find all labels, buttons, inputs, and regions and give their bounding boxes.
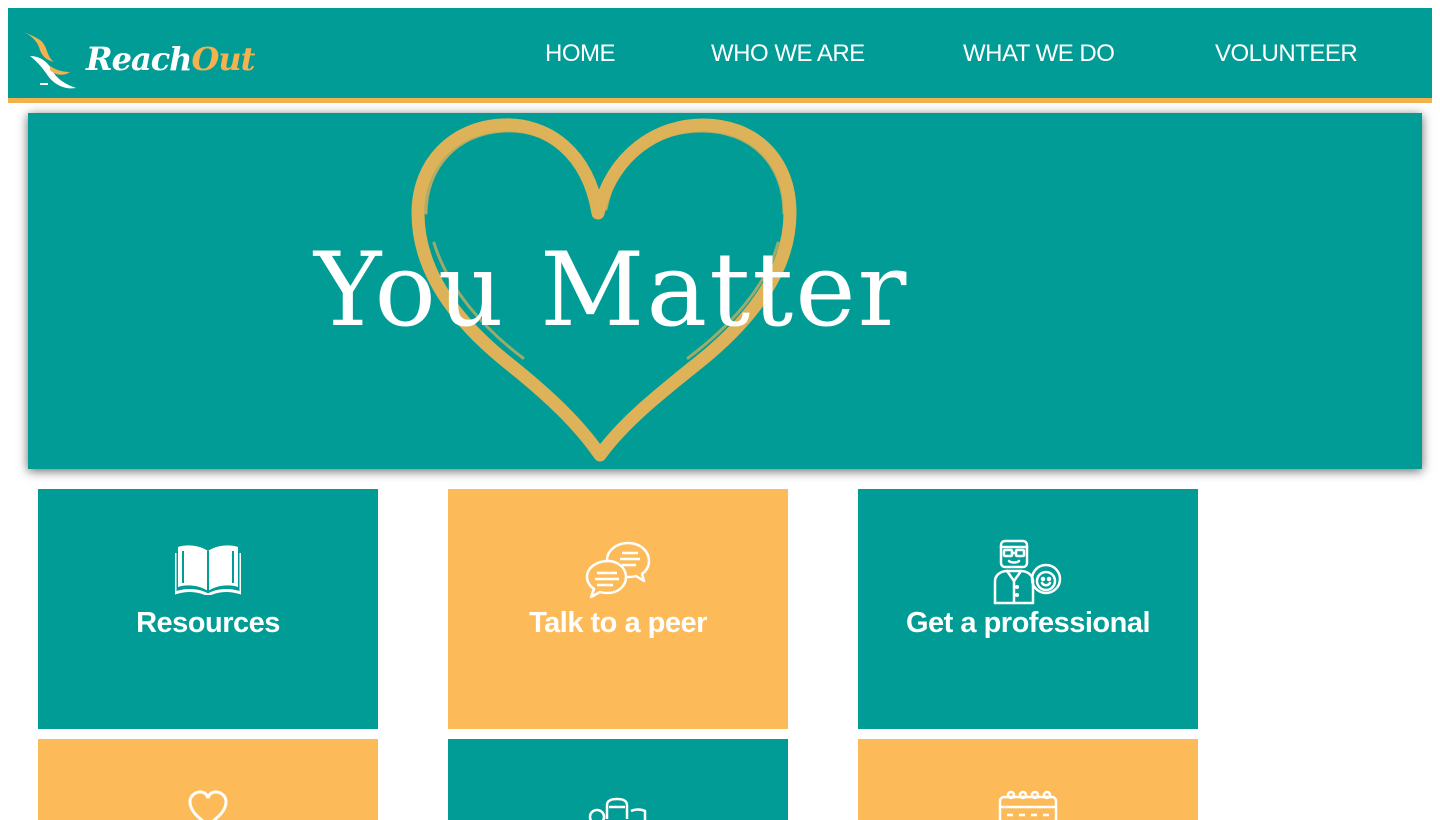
tile-resources-label: Resources [136,607,280,639]
hero-banner: You Matter [28,113,1422,469]
tile-resources[interactable]: Resources [38,489,378,729]
nav-what-we-do[interactable]: WHAT WE DO [963,40,1115,68]
calendar-icon [998,790,1058,820]
tile-talk-to-peer[interactable]: Talk to a peer [448,489,788,729]
tile-group[interactable] [448,739,788,820]
heart-icon [188,790,228,820]
navbar-accent-bar [8,98,1432,103]
hero-title: You Matter [314,231,909,350]
nav-home[interactable]: HOME [545,40,616,68]
page-frame: ReachOut HOME WHO WE ARE WHAT WE DO VOLU… [0,0,1440,820]
counselor-icon [993,539,1062,605]
nav-who-we-are[interactable]: WHO WE ARE [711,40,865,68]
top-navbar: ReachOut HOME WHO WE ARE WHAT WE DO VOLU… [8,8,1432,98]
tile-heart[interactable] [38,739,378,820]
main-nav: HOME WHO WE ARE WHAT WE DO VOLUNTEER [8,40,1432,70]
tile-calendar[interactable] [858,739,1198,820]
open-book-icon [175,545,241,595]
tile-get-professional-label: Get a professional [905,607,1151,639]
nav-volunteer[interactable]: VOLUNTEER [1215,40,1358,68]
group-icon [588,797,647,820]
chat-bubbles-icon [585,541,651,599]
tile-talk-to-peer-label: Talk to a peer [529,607,707,639]
tile-get-professional[interactable]: Get a professional [858,489,1198,729]
